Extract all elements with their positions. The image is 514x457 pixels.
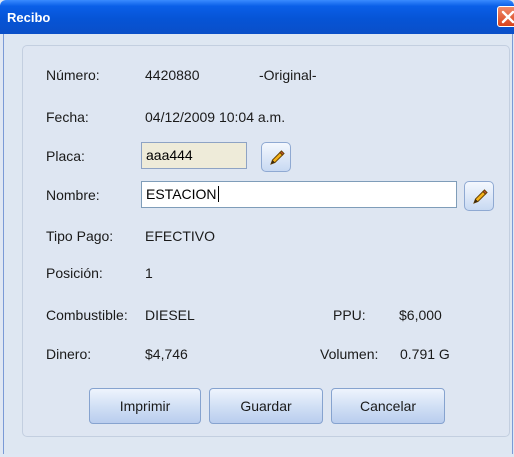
imprimir-button[interactable]: Imprimir	[89, 388, 201, 424]
ppu-value: $6,000	[399, 307, 442, 323]
fecha-value: 04/12/2009 10:04 a.m.	[145, 109, 286, 125]
title-bar[interactable]: Recibo	[0, 0, 514, 34]
volumen-label: Volumen:	[320, 346, 379, 362]
nombre-label: Nombre:	[46, 187, 100, 203]
copy-status: -Original-	[259, 67, 317, 83]
placa-value: aaa444	[146, 147, 193, 163]
combustible-label: Combustible:	[46, 307, 128, 323]
numero-value: 4420880	[145, 67, 200, 83]
combustible-value: DIESEL	[145, 307, 195, 323]
cancelar-button[interactable]: Cancelar	[331, 388, 445, 424]
recibo-dialog: Recibo Número: 4420880 -Original- Fecha:…	[0, 0, 514, 457]
posicion-value: 1	[145, 265, 153, 281]
edit-placa-button[interactable]	[261, 142, 291, 172]
posicion-label: Posición:	[46, 265, 103, 281]
numero-label: Número:	[46, 67, 100, 83]
dinero-value: $4,746	[145, 346, 188, 362]
close-icon	[501, 10, 514, 24]
nombre-input[interactable]: ESTACION	[141, 181, 457, 208]
placa-label: Placa:	[46, 148, 85, 164]
pencil-icon	[270, 150, 285, 165]
close-button[interactable]	[497, 6, 514, 27]
guardar-button[interactable]: Guardar	[209, 388, 323, 424]
dinero-label: Dinero:	[46, 346, 92, 362]
window-title: Recibo	[7, 10, 51, 25]
volumen-value: 0.791 G	[400, 346, 450, 362]
text-cursor	[217, 186, 219, 202]
tipo-pago-label: Tipo Pago:	[46, 228, 114, 244]
nombre-value: ESTACION	[146, 186, 217, 202]
edit-nombre-button[interactable]	[464, 181, 494, 211]
tipo-pago-value: EFECTIVO	[145, 228, 216, 244]
placa-field[interactable]: aaa444	[141, 142, 247, 169]
ppu-label: PPU:	[333, 307, 366, 323]
pencil-icon	[473, 189, 488, 204]
fecha-label: Fecha:	[46, 109, 89, 125]
